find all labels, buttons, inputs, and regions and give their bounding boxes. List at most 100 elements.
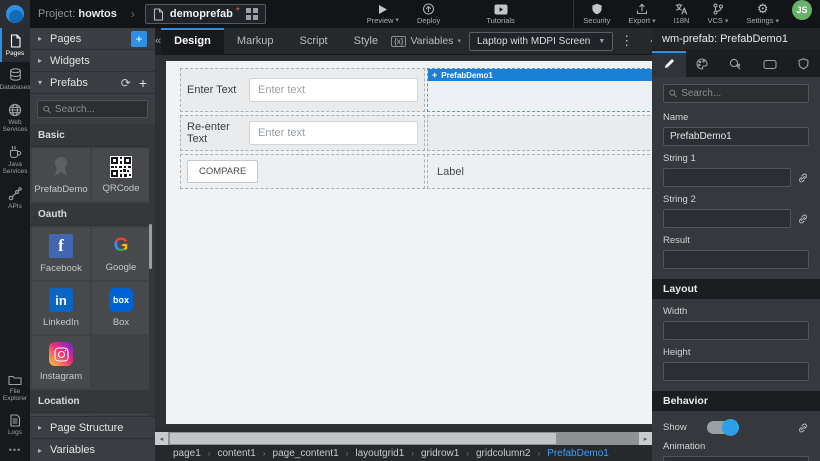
export-button[interactable]: Export▾ [619, 0, 664, 28]
device-selector[interactable]: Laptop with MDPI Screen ▼ [469, 32, 613, 51]
show-toggle[interactable] [707, 421, 739, 434]
dropdown-arrow-icon: ▼ [598, 38, 605, 45]
design-canvas[interactable]: Enter Text + PrefabDemo1 Re-enter [166, 61, 652, 424]
compare-button[interactable]: COMPARE [187, 160, 258, 183]
layout-grid[interactable]: Enter Text + PrefabDemo1 Re-enter [180, 68, 652, 192]
rail-item-databases[interactable]: Databases [0, 62, 30, 96]
widget-selection-bar[interactable]: + PrefabDemo1 [428, 69, 652, 81]
security-button[interactable]: Security [574, 0, 619, 28]
prefab-search-input[interactable] [55, 104, 142, 115]
branch-icon [712, 3, 724, 15]
category-oauth: Oauth [30, 203, 152, 226]
enter-text-input[interactable] [249, 78, 418, 102]
result-input[interactable] [663, 250, 809, 269]
preview-button[interactable]: Preview▾ [358, 0, 408, 28]
vcs-button[interactable]: VCS▾ [698, 0, 737, 28]
property-search[interactable] [663, 84, 809, 103]
property-search-input[interactable] [681, 88, 803, 99]
empty-cell[interactable] [427, 115, 652, 151]
rail-item-logs[interactable]: Logs [0, 408, 30, 441]
tab-styles[interactable] [686, 51, 720, 77]
rail-item-pages[interactable]: Pages [0, 28, 30, 62]
search-x-icon [729, 58, 742, 70]
tab-style[interactable]: Style [341, 28, 391, 55]
tab-security[interactable] [786, 51, 820, 77]
breadcrumb-prefabdemo1[interactable]: PrefabDemo1 [547, 448, 609, 459]
breadcrumb-page1[interactable]: page1 [173, 448, 201, 459]
rail-item-apis[interactable]: APIs [0, 181, 30, 215]
chevron-down-icon: ▾ [652, 17, 656, 25]
wavemaker-studio: Project: howtos › demoprefab * Preview▾ … [0, 0, 820, 461]
tab-script[interactable]: Script [287, 28, 341, 55]
string1-label: String 1 [663, 153, 809, 164]
breadcrumb-content1[interactable]: content1 [217, 448, 255, 459]
prefab-tile-location[interactable] [32, 415, 90, 416]
i18n-button[interactable]: I18N [665, 0, 699, 28]
app-logo[interactable] [0, 0, 30, 28]
pages-grid-icon[interactable] [246, 8, 258, 20]
string1-input[interactable] [663, 168, 791, 187]
refresh-icon[interactable]: ⟳ [121, 76, 131, 90]
section-widgets[interactable]: ▸ Widgets [30, 50, 155, 72]
scroll-right-arrow[interactable]: ▸ [639, 432, 652, 445]
unsaved-marker: * [236, 6, 240, 17]
cell-compare[interactable]: COMPARE [180, 154, 425, 189]
cell-enter-text[interactable]: Enter Text [180, 68, 425, 112]
scroll-left-arrow[interactable]: ◂ [155, 432, 168, 445]
variables-button[interactable]: {x} Variables ▾ [391, 35, 461, 47]
rail-more-button[interactable]: ••• [0, 441, 30, 461]
tab-events[interactable] [719, 51, 753, 77]
prefab-tile-prefabdemo[interactable]: PrefabDemo [32, 149, 90, 201]
bind-link-icon[interactable] [797, 422, 809, 434]
rail-item-web-services[interactable]: Web Services [0, 97, 30, 139]
breadcrumb-gridrow1[interactable]: gridrow1 [421, 448, 459, 459]
section-page-structure[interactable]: ▸ Page Structure [30, 417, 155, 439]
topbar-tools: Security Export▾ I18N VCS▾ ⚙ Settings▾ J… [573, 0, 820, 28]
height-input[interactable] [663, 362, 809, 381]
section-variables[interactable]: ▸ Variables [30, 439, 155, 461]
rail-item-file-explorer[interactable]: File Explorer [0, 368, 30, 408]
breadcrumb-page-content1[interactable]: page_content1 [273, 448, 339, 459]
canvas-area: « Design Markup Script Style {x} Variabl… [155, 28, 652, 461]
prefab-tile-instagram[interactable]: Instagram [32, 336, 90, 388]
user-avatar[interactable]: JS [792, 0, 812, 20]
animation-select[interactable]: ▼ [663, 456, 809, 461]
width-input[interactable] [663, 321, 809, 340]
panel-scrollbar[interactable] [149, 124, 152, 416]
tab-device[interactable] [753, 51, 787, 77]
add-page-button[interactable]: + [131, 31, 147, 47]
tab-properties[interactable] [652, 51, 686, 77]
string2-input[interactable] [663, 209, 791, 228]
bind-link-icon[interactable] [797, 213, 809, 225]
section-pages[interactable]: ▸ Pages + [30, 28, 155, 50]
grid-row-3: COMPARE Label [180, 154, 652, 189]
breadcrumb-gridcolumn2[interactable]: gridcolumn2 [476, 448, 530, 459]
rail-item-java-services[interactable]: Java Services [0, 139, 30, 181]
reenter-text-input[interactable] [249, 121, 418, 145]
section-prefabs[interactable]: ▾ Prefabs ⟳ + [30, 72, 155, 94]
bind-link-icon[interactable] [797, 172, 809, 184]
prefab-tile-google[interactable]: G Google [92, 228, 150, 280]
breadcrumb-layoutgrid1[interactable]: layoutgrid1 [355, 448, 404, 459]
canvas-hscrollbar[interactable]: ◂ ▸ [155, 432, 652, 445]
prefab-tile-linkedin[interactable]: in LinkedIn [32, 282, 90, 334]
prefab-tile-facebook[interactable]: f Facebook [32, 228, 90, 280]
prefab-search[interactable] [37, 100, 148, 118]
prefab-tile-box[interactable]: box Box [92, 282, 150, 334]
expander-icon: ▸ [38, 56, 50, 65]
deploy-button[interactable]: Deploy [408, 0, 449, 28]
prefab-tile-qrcode[interactable]: QRCode [92, 149, 150, 201]
name-input[interactable] [663, 127, 809, 146]
cell-reenter-text[interactable]: Re-enter Text [180, 115, 425, 151]
settings-button[interactable]: ⚙ Settings▾ [737, 0, 788, 28]
import-prefab-button[interactable]: + [139, 75, 147, 91]
canvas-menu-button[interactable]: ⋮ [620, 33, 633, 49]
tab-design[interactable]: Design [161, 28, 224, 55]
cell-label[interactable]: Label [427, 154, 652, 189]
tutorials-button[interactable]: Tutorials [477, 0, 523, 28]
scroll-thumb[interactable] [170, 433, 556, 444]
selected-prefab-widget[interactable]: + PrefabDemo1 [427, 68, 652, 112]
translate-icon [675, 3, 688, 15]
page-tab-demoprefab[interactable]: demoprefab * [145, 4, 266, 24]
tab-markup[interactable]: Markup [224, 28, 287, 55]
